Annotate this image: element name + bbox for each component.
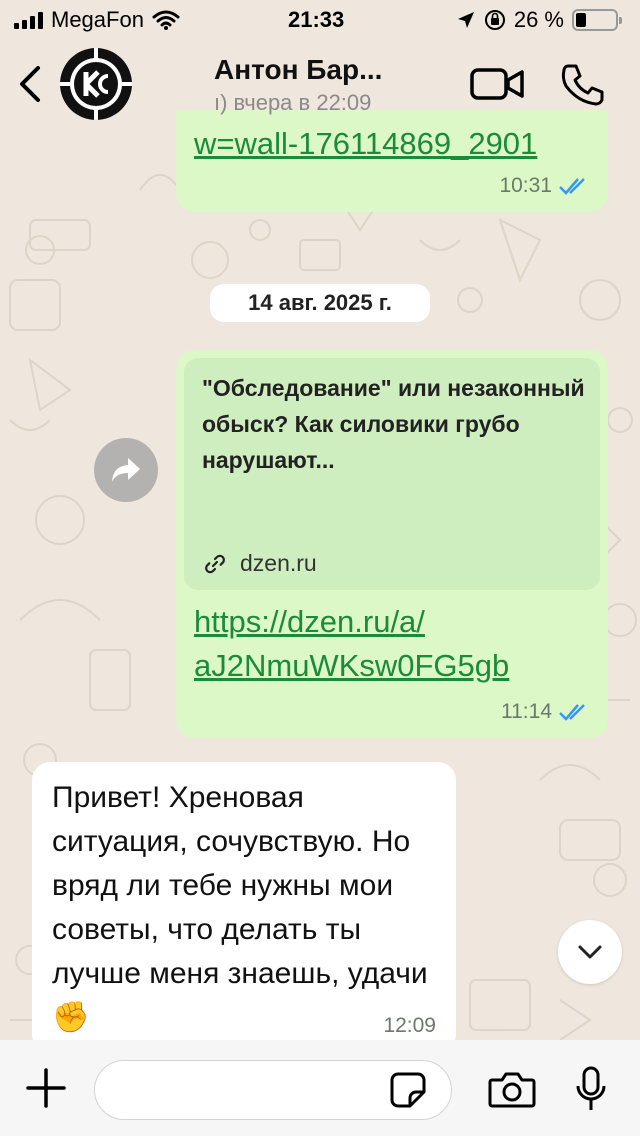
link-icon: [205, 554, 225, 573]
carrier-name: MegaFon: [51, 7, 144, 32]
link-preview-domain: dzen.ru: [240, 550, 317, 576]
attach-button[interactable]: [26, 1068, 66, 1113]
microphone-button[interactable]: [576, 1066, 606, 1117]
battery-percentage: 26 %: [513, 7, 564, 32]
chevron-down-icon: [578, 945, 602, 959]
message-input-bar: [0, 1040, 640, 1136]
battery-icon: [572, 9, 622, 31]
clock: 21:33: [288, 7, 345, 32]
message-bubble-incoming[interactable]: Привет! Хреновая ситуация, сочувствую. Н…: [32, 762, 456, 1052]
forward-button[interactable]: [94, 438, 158, 502]
signal-strength-icon: [14, 11, 43, 29]
read-ticks-icon: [559, 178, 585, 195]
forward-icon: [112, 458, 140, 482]
contact-info[interactable]: Антон Бар... ı) вчера в 22:09: [214, 54, 382, 116]
back-icon: [20, 66, 40, 102]
chat-header: Антон Бар... ı) вчера в 22:09: [0, 40, 640, 128]
camera-icon: [488, 1072, 536, 1108]
message-time: 10:31: [499, 174, 552, 197]
read-ticks-icon: [559, 704, 585, 721]
scroll-to-bottom-button[interactable]: [558, 920, 622, 984]
sticker-button[interactable]: [390, 1072, 426, 1113]
message-bubble-outgoing[interactable]: "Обследование" или незаконный обыск? Как…: [176, 350, 608, 738]
message-time: 12:09: [383, 1014, 436, 1037]
back-button[interactable]: [0, 40, 60, 128]
message-time: 11:14: [501, 700, 552, 723]
orientation-lock-icon: [484, 10, 505, 30]
link-preview-title: "Обследование" или незаконный обыск? Как…: [202, 375, 585, 473]
location-arrow-icon: [457, 12, 474, 28]
phone-icon[interactable]: [560, 62, 604, 106]
last-seen: ı) вчера в 22:09: [214, 90, 372, 115]
sticker-icon: [390, 1072, 426, 1108]
message-text: Привет! Хреновая ситуация, сочувствую. Н…: [52, 781, 428, 1034]
date-separator: 14 авг. 2025 г.: [210, 284, 430, 322]
contact-name: Антон Бар...: [214, 54, 383, 85]
video-call-icon[interactable]: [470, 66, 524, 102]
message-link[interactable]: w=wall-176114869_2901: [194, 122, 537, 166]
avatar[interactable]: [60, 48, 132, 120]
status-bar: MegaFon 21:33 26 %: [0, 0, 640, 40]
message-link[interactable]: https://dzen.ru/a/: [194, 600, 509, 644]
microphone-icon: [576, 1066, 606, 1110]
avatar-logo: [60, 48, 132, 120]
camera-button[interactable]: [488, 1070, 536, 1113]
link-preview-card[interactable]: "Обследование" или незаконный обыск? Как…: [184, 358, 600, 590]
message-link[interactable]: aJ2NmuWKsw0FG5gb: [194, 644, 509, 688]
wifi-icon: [152, 10, 180, 30]
plus-icon: [26, 1068, 66, 1108]
